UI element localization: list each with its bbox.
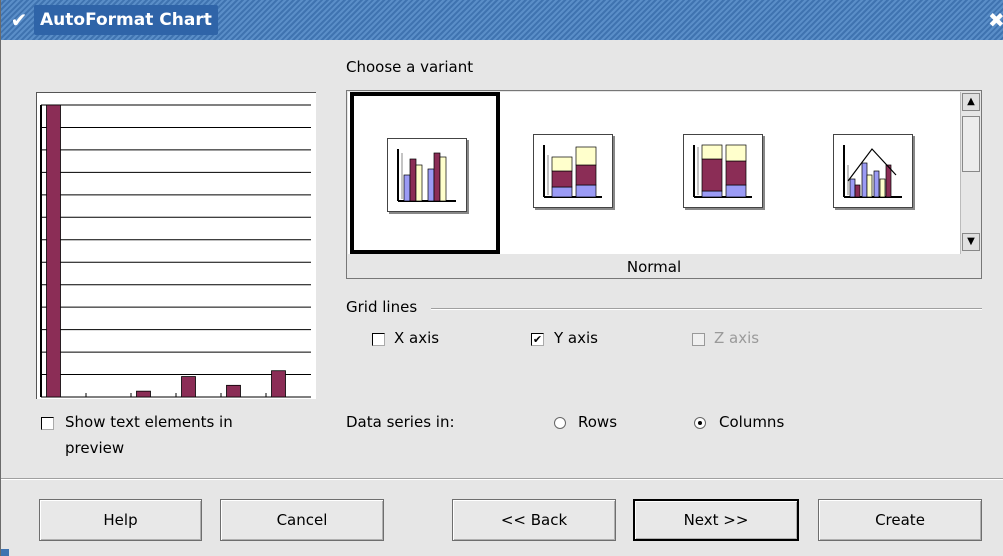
rows-radio[interactable] [554,417,566,429]
normal-column-chart-icon [387,138,467,212]
variant-stacked[interactable] [500,92,650,254]
y-axis-checkbox[interactable]: ✔ [531,333,544,346]
help-button[interactable]: Help [39,499,202,541]
window-title: AutoFormat Chart [34,5,218,35]
show-text-elements-checkbox[interactable] [41,417,54,430]
variant-scrollbar[interactable]: ▲ ▼ [960,92,980,254]
grid-lines-heading: Grid lines [346,298,418,316]
y-axis-label: Y axis [554,329,598,347]
x-axis-label: X axis [394,329,440,347]
stacked-column-chart-icon [533,134,613,208]
columns-label: Columns [719,413,785,431]
back-button[interactable]: << Back [452,499,616,541]
percent-stacked-column-chart-icon [683,134,763,208]
cancel-button[interactable]: Cancel [220,499,384,541]
next-button[interactable]: Next >> [633,499,799,541]
show-text-elements-label-line2: preview [65,439,125,457]
close-icon[interactable]: ✖ [988,10,1003,30]
chevron-down-icon[interactable]: ✔ [7,9,31,31]
z-axis-checkbox [692,333,705,346]
autoformat-chart-dialog: ✔ AutoFormat Chart ✖ Show text elements … [0,0,1003,556]
column-line-chart-icon [833,134,913,208]
title-bar: ✔ AutoFormat Chart ✖ [1,0,1003,40]
scroll-down-icon[interactable]: ▼ [962,233,980,251]
show-text-elements-label: Show text elements in [65,413,233,431]
selected-variant-name: Normal [626,258,682,276]
preview-bar [136,390,151,398]
rows-label: Rows [578,413,618,431]
preview-bar [181,376,196,398]
preview-bar [46,104,61,398]
footer-separator [1,478,1003,480]
preview-bar [226,384,241,398]
variant-picker: ▲ ▼ Normal [346,90,982,279]
scroll-up-icon[interactable]: ▲ [962,93,980,111]
x-axis-checkbox[interactable] [372,333,385,346]
grid-lines-separator [431,308,982,310]
chart-preview [36,92,316,399]
variant-normal[interactable] [350,92,500,254]
variant-strip [348,92,960,254]
variant-column-line[interactable] [800,92,950,254]
scroll-thumb[interactable] [962,116,980,172]
data-series-label: Data series in: [346,413,455,431]
taskbar-edge [1,549,9,556]
preview-bar [271,370,286,398]
variant-percent-stacked[interactable] [650,92,800,254]
choose-variant-heading: Choose a variant [346,58,474,76]
z-axis-label: Z axis [714,329,760,347]
create-button[interactable]: Create [818,499,982,541]
preview-chart-svg [40,104,311,398]
columns-radio[interactable] [694,417,706,429]
